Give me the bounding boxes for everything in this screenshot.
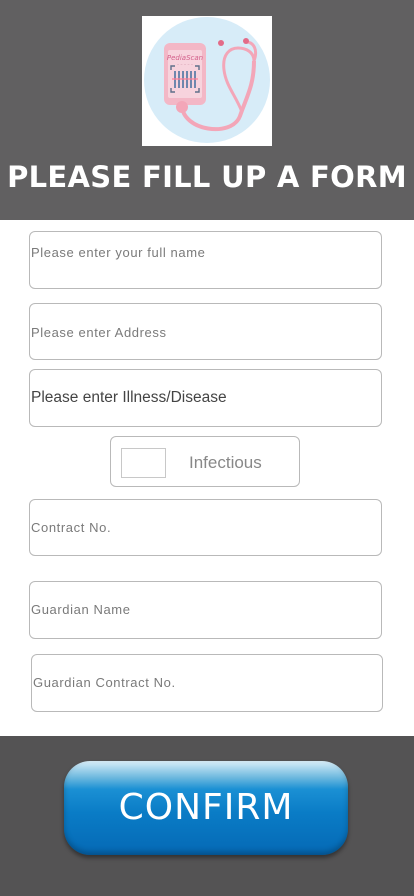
illness-field[interactable]: Please enter Illness/Disease	[29, 369, 382, 427]
contact-number-field[interactable]: Contract No.	[29, 499, 382, 556]
illness-placeholder: Please enter Illness/Disease	[31, 389, 227, 406]
page-title: PLEASE FILL UP A FORM	[7, 160, 407, 194]
guardian-name-placeholder: Guardian Name	[31, 602, 131, 617]
app-logo: PediaScan ~ ~ ~ ~ ~	[142, 16, 272, 146]
address-placeholder: Please enter Address	[31, 325, 167, 340]
infectious-label: Infectious	[189, 453, 262, 472]
svg-text:PediaScan: PediaScan	[167, 54, 203, 62]
full-name-placeholder: Please enter your full name	[31, 245, 206, 260]
svg-text:~ ~ ~ ~ ~: ~ ~ ~ ~ ~	[177, 62, 194, 66]
guardian-contact-field[interactable]: Guardian Contract No.	[31, 654, 383, 712]
address-field[interactable]: Please enter Address	[29, 303, 382, 360]
confirm-button[interactable]: CONFIRM	[64, 761, 348, 855]
header: PediaScan ~ ~ ~ ~ ~ PLEASE FILL UP A FOR…	[0, 0, 414, 220]
guardian-contact-placeholder: Guardian Contract No.	[33, 675, 176, 690]
stethoscope-phone-logo-icon: PediaScan ~ ~ ~ ~ ~	[144, 17, 270, 143]
infectious-checkbox-container[interactable]: Infectious	[110, 436, 300, 487]
guardian-name-field[interactable]: Guardian Name	[29, 581, 382, 639]
contact-number-placeholder: Contract No.	[31, 520, 112, 535]
infectious-checkbox[interactable]	[121, 448, 166, 478]
full-name-field[interactable]: Please enter your full name	[29, 231, 382, 289]
confirm-button-label: CONFIRM	[118, 787, 294, 828]
